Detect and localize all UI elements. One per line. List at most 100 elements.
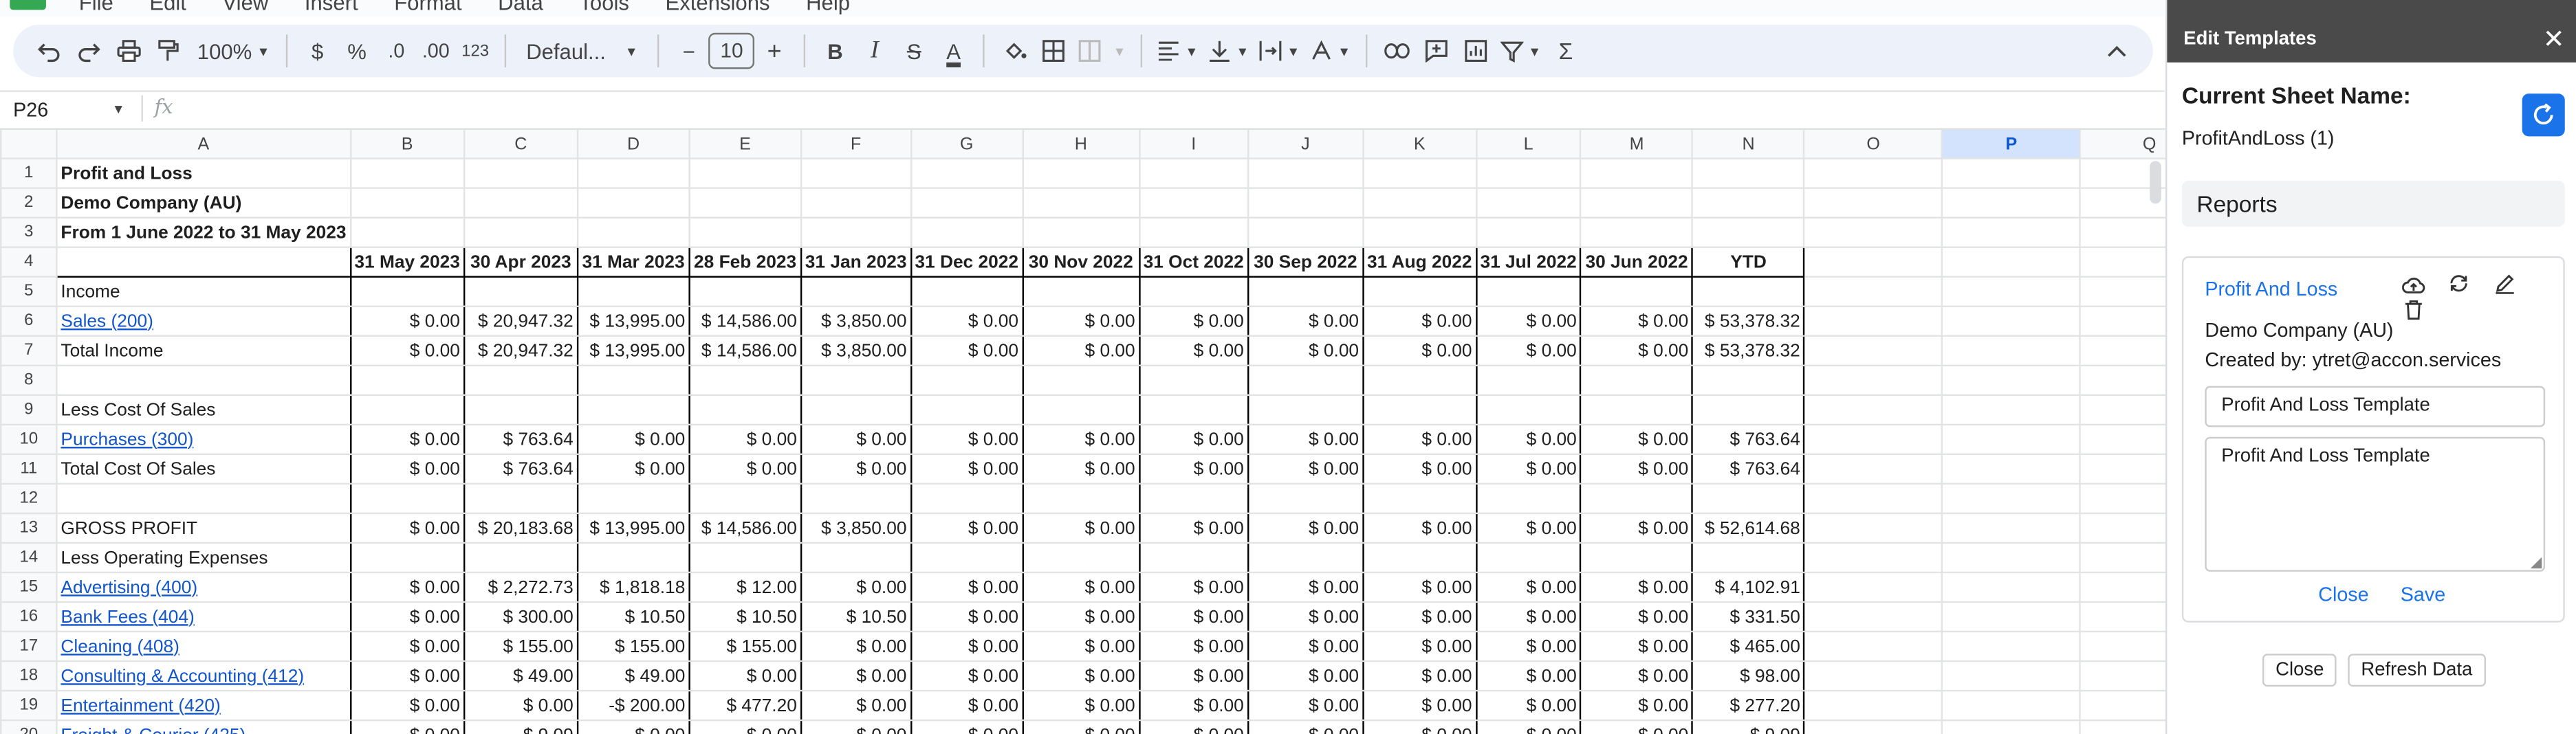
value-cell[interactable]: $ 0.00 (349, 689, 466, 722)
column-header[interactable]: N (1692, 128, 1806, 159)
reports-section-header[interactable]: Reports (2181, 180, 2565, 227)
vertical-scrollbar[interactable] (2150, 161, 2161, 204)
column-header[interactable]: C (463, 128, 578, 159)
value-cell[interactable] (1362, 216, 1477, 248)
empty-cell[interactable] (1941, 630, 2082, 663)
value-cell[interactable] (910, 364, 1024, 396)
column-header[interactable]: A (56, 128, 351, 159)
row-header[interactable]: 1 (0, 157, 58, 189)
value-cell[interactable]: $ 0.00 (1362, 630, 1477, 663)
value-cell[interactable]: $ 10.50 (576, 601, 690, 633)
template-description-textarea[interactable]: Profit And Loss Template ◢ (2205, 436, 2546, 572)
empty-cell[interactable] (1803, 453, 1943, 485)
row-header[interactable]: 4 (0, 246, 58, 278)
value-cell[interactable]: $ 13,995.00 (576, 305, 690, 337)
row-header[interactable]: 19 (0, 689, 58, 722)
row-header[interactable]: 5 (0, 276, 58, 307)
value-cell[interactable]: $ 0.00 (1247, 453, 1364, 485)
select-all-corner[interactable] (0, 128, 58, 159)
column-header[interactable]: D (576, 128, 690, 159)
column-header[interactable]: O (1803, 128, 1943, 159)
value-cell[interactable] (1138, 542, 1249, 574)
value-cell[interactable]: $ 0.00 (800, 630, 912, 663)
value-cell[interactable]: $ 0.00 (1362, 660, 1477, 692)
menu-item[interactable]: Extensions (666, 0, 770, 15)
value-cell[interactable] (1580, 542, 1694, 574)
value-cell[interactable]: $ 0.00 (910, 423, 1024, 456)
row-header[interactable]: 11 (0, 453, 58, 485)
value-cell[interactable]: $ 0.00 (1138, 335, 1249, 366)
value-cell[interactable]: $ 0.00 (1580, 453, 1694, 485)
value-cell[interactable]: $ 0.00 (1475, 601, 1582, 633)
value-cell[interactable]: $ 0.00 (576, 719, 690, 734)
value-cell[interactable]: $ 53,378.32 (1692, 305, 1806, 337)
value-cell[interactable]: -$ 200.00 (576, 689, 690, 722)
value-cell[interactable]: $ 0.00 (1580, 630, 1694, 663)
row-header[interactable]: 8 (0, 364, 58, 396)
empty-cell[interactable] (1941, 660, 2082, 692)
value-cell[interactable] (1362, 157, 1477, 189)
value-cell[interactable]: $ 0.00 (1138, 512, 1249, 544)
value-cell[interactable]: $ 0.00 (1138, 305, 1249, 337)
value-cell[interactable] (910, 157, 1024, 189)
value-cell[interactable]: $ 763.64 (1692, 423, 1806, 456)
period-header[interactable]: 31 Aug 2022 (1362, 246, 1477, 278)
empty-cell[interactable] (1803, 157, 1943, 189)
value-cell[interactable] (1362, 394, 1477, 426)
row-header[interactable]: 14 (0, 542, 58, 574)
row-header[interactable]: 10 (0, 423, 58, 456)
value-cell[interactable]: $ 0.00 (688, 423, 803, 456)
name-box[interactable]: P26 ▼ (13, 98, 131, 121)
menu-item[interactable]: View (223, 0, 269, 15)
spreadsheet-grid[interactable]: A B C D E F G H I J K L M N O P Q 1 Profit and Loss 2 Demo C… (0, 128, 2220, 734)
value-cell[interactable] (1580, 276, 1694, 307)
bold-button[interactable]: B (816, 30, 855, 72)
value-cell[interactable] (1021, 364, 1140, 396)
value-cell[interactable]: $ 0.00 (910, 512, 1024, 544)
value-cell[interactable]: $ 0.00 (1247, 601, 1364, 633)
cloud-upload-icon[interactable] (2394, 274, 2433, 299)
empty-cell[interactable] (1803, 689, 1943, 722)
value-cell[interactable]: -$ 9.09 (463, 719, 578, 734)
value-cell[interactable]: $ 0.00 (1580, 571, 1694, 603)
value-cell[interactable]: $ 20,947.32 (463, 335, 578, 366)
value-cell[interactable]: $ 53,378.32 (1692, 335, 1806, 366)
value-cell[interactable] (1692, 276, 1806, 307)
value-cell[interactable]: $ 0.00 (800, 719, 912, 734)
value-cell[interactable]: $ 0.00 (349, 571, 466, 603)
period-header[interactable]: 30 Sep 2022 (1247, 246, 1364, 278)
empty-cell[interactable] (1941, 689, 2082, 722)
value-cell[interactable]: $ 331.50 (1692, 601, 1806, 633)
value-cell[interactable]: $ 0.00 (1021, 601, 1140, 633)
more-formats-button[interactable]: 123 (455, 30, 494, 72)
empty-cell[interactable] (1941, 335, 2082, 366)
print-icon[interactable] (109, 30, 148, 72)
value-cell[interactable] (1580, 482, 1694, 515)
value-cell[interactable]: $ 13,995.00 (576, 512, 690, 544)
value-cell[interactable]: $ 0.00 (1021, 571, 1140, 603)
row-header[interactable]: 9 (0, 394, 58, 426)
value-cell[interactable]: $ 0.00 (1475, 689, 1582, 722)
value-cell[interactable] (910, 216, 1024, 248)
account-link[interactable]: Entertainment (420) (56, 689, 351, 722)
value-cell[interactable] (1138, 216, 1249, 248)
menu-item[interactable]: Edit (149, 0, 186, 15)
increase-font-size-button[interactable]: + (754, 30, 794, 72)
value-cell[interactable] (1247, 394, 1364, 426)
value-cell[interactable]: $ 0.00 (1362, 512, 1477, 544)
column-header[interactable]: L (1475, 128, 1582, 159)
empty-cell[interactable] (1941, 453, 2082, 485)
period-header[interactable]: 31 Jan 2023 (800, 246, 912, 278)
value-cell[interactable] (349, 364, 466, 396)
value-cell[interactable]: $ 20,183.68 (463, 512, 578, 544)
value-cell[interactable] (1362, 276, 1477, 307)
text-wrap-icon[interactable]: ▼ (1254, 30, 1305, 72)
value-cell[interactable]: $ 49.00 (463, 660, 578, 692)
value-cell[interactable]: $ 0.00 (349, 423, 466, 456)
empty-cell[interactable] (1803, 423, 1943, 456)
close-button[interactable]: Close (2262, 654, 2337, 687)
value-cell[interactable]: $ 0.00 (576, 453, 690, 485)
value-cell[interactable] (1475, 364, 1582, 396)
value-cell[interactable] (1692, 364, 1806, 396)
value-cell[interactable]: $ 14,586.00 (688, 335, 803, 366)
